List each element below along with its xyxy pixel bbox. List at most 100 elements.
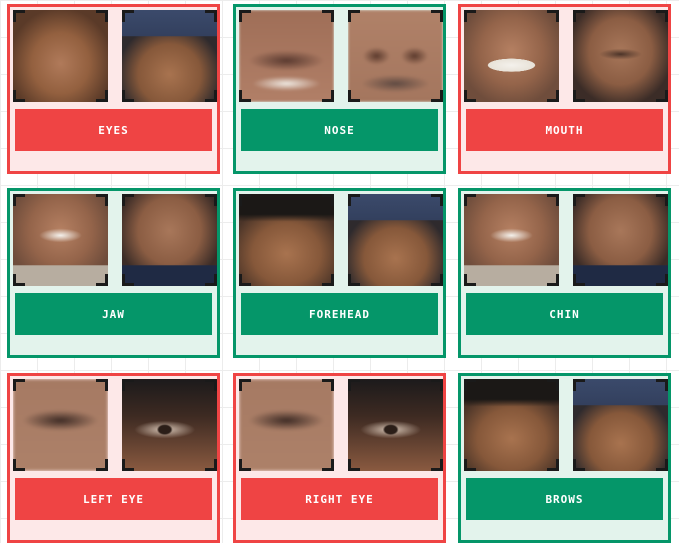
corner-bracket <box>547 10 559 22</box>
left-eye-button[interactable]: LEFT EYE <box>15 478 212 520</box>
corner-bracket <box>464 379 476 391</box>
corner-bracket <box>122 274 134 286</box>
card-chin: CHIN <box>458 188 671 358</box>
photo-tile-right[interactable] <box>122 379 217 471</box>
corner-bracket <box>348 10 360 22</box>
face-photo <box>239 10 334 102</box>
right-eye-button[interactable]: RIGHT EYE <box>241 478 438 520</box>
corner-bracket <box>656 10 668 22</box>
corner-bracket <box>122 10 134 22</box>
corner-bracket <box>322 194 334 206</box>
jaw-button[interactable]: JAW <box>15 293 212 335</box>
face-photo <box>239 379 334 471</box>
photo-tile-left[interactable] <box>239 10 334 102</box>
corner-bracket <box>573 459 585 471</box>
photo-tile-right[interactable] <box>573 10 668 102</box>
corner-bracket <box>239 10 251 22</box>
corner-bracket <box>205 194 217 206</box>
forehead-button[interactable]: FOREHEAD <box>241 293 438 335</box>
photo-tile-right[interactable] <box>348 379 443 471</box>
corner-bracket <box>205 274 217 286</box>
chin-button[interactable]: CHIN <box>466 293 663 335</box>
photo-tile-left[interactable] <box>13 194 108 286</box>
face-photo <box>122 194 217 286</box>
face-photo <box>13 10 108 102</box>
corner-bracket <box>348 274 360 286</box>
photo-tile-left[interactable] <box>464 379 559 471</box>
corner-bracket <box>656 459 668 471</box>
face-photo <box>464 379 559 471</box>
corner-bracket <box>205 10 217 22</box>
mouth-button[interactable]: MOUTH <box>466 109 663 151</box>
card-eyes: EYES <box>7 4 220 174</box>
corner-bracket <box>96 459 108 471</box>
corner-bracket <box>547 459 559 471</box>
corner-bracket <box>122 379 134 391</box>
corner-bracket <box>13 459 25 471</box>
corner-bracket <box>96 274 108 286</box>
face-part-grid: EYES NOSE MOUTH JAW FOREHEAD CHIN LEFT E… <box>0 0 679 543</box>
corner-bracket <box>322 379 334 391</box>
face-photo <box>348 10 443 102</box>
corner-bracket <box>656 274 668 286</box>
corner-bracket <box>431 379 443 391</box>
face-photo <box>573 379 668 471</box>
card-brows: BROWS <box>458 373 671 543</box>
corner-bracket <box>431 274 443 286</box>
corner-bracket <box>431 10 443 22</box>
corner-bracket <box>573 379 585 391</box>
card-nose: NOSE <box>233 4 446 174</box>
photo-tile-left[interactable] <box>13 379 108 471</box>
nose-button[interactable]: NOSE <box>241 109 438 151</box>
eyes-button[interactable]: EYES <box>15 109 212 151</box>
face-photo <box>464 10 559 102</box>
face-photo <box>348 194 443 286</box>
photo-tile-left[interactable] <box>464 10 559 102</box>
card-forehead: FOREHEAD <box>233 188 446 358</box>
card-jaw: JAW <box>7 188 220 358</box>
corner-bracket <box>239 459 251 471</box>
corner-bracket <box>239 379 251 391</box>
photo-tile-right[interactable] <box>573 194 668 286</box>
corner-bracket <box>322 90 334 102</box>
corner-bracket <box>322 274 334 286</box>
brows-button[interactable]: BROWS <box>466 478 663 520</box>
photo-tile-left[interactable] <box>239 194 334 286</box>
photo-tile-left[interactable] <box>239 379 334 471</box>
card-left-eye: LEFT EYE <box>7 373 220 543</box>
photo-tile-right[interactable] <box>573 379 668 471</box>
photo-tile-left[interactable] <box>13 10 108 102</box>
corner-bracket <box>573 10 585 22</box>
face-photo <box>122 10 217 102</box>
face-photo <box>239 194 334 286</box>
corner-bracket <box>573 90 585 102</box>
face-photo <box>573 10 668 102</box>
photo-tile-right[interactable] <box>122 10 217 102</box>
face-photo <box>122 379 217 471</box>
corner-bracket <box>122 194 134 206</box>
photo-tile-right[interactable] <box>348 10 443 102</box>
corner-bracket <box>322 10 334 22</box>
corner-bracket <box>13 274 25 286</box>
corner-bracket <box>348 194 360 206</box>
corner-bracket <box>464 194 476 206</box>
corner-bracket <box>547 90 559 102</box>
corner-bracket <box>431 90 443 102</box>
corner-bracket <box>656 90 668 102</box>
corner-bracket <box>464 459 476 471</box>
corner-bracket <box>96 90 108 102</box>
corner-bracket <box>122 90 134 102</box>
photo-tile-right[interactable] <box>348 194 443 286</box>
card-right-eye: RIGHT EYE <box>233 373 446 543</box>
corner-bracket <box>13 379 25 391</box>
corner-bracket <box>322 459 334 471</box>
corner-bracket <box>464 10 476 22</box>
corner-bracket <box>239 194 251 206</box>
corner-bracket <box>547 274 559 286</box>
corner-bracket <box>205 379 217 391</box>
corner-bracket <box>239 274 251 286</box>
corner-bracket <box>205 90 217 102</box>
photo-tile-left[interactable] <box>464 194 559 286</box>
photo-tile-right[interactable] <box>122 194 217 286</box>
corner-bracket <box>13 90 25 102</box>
